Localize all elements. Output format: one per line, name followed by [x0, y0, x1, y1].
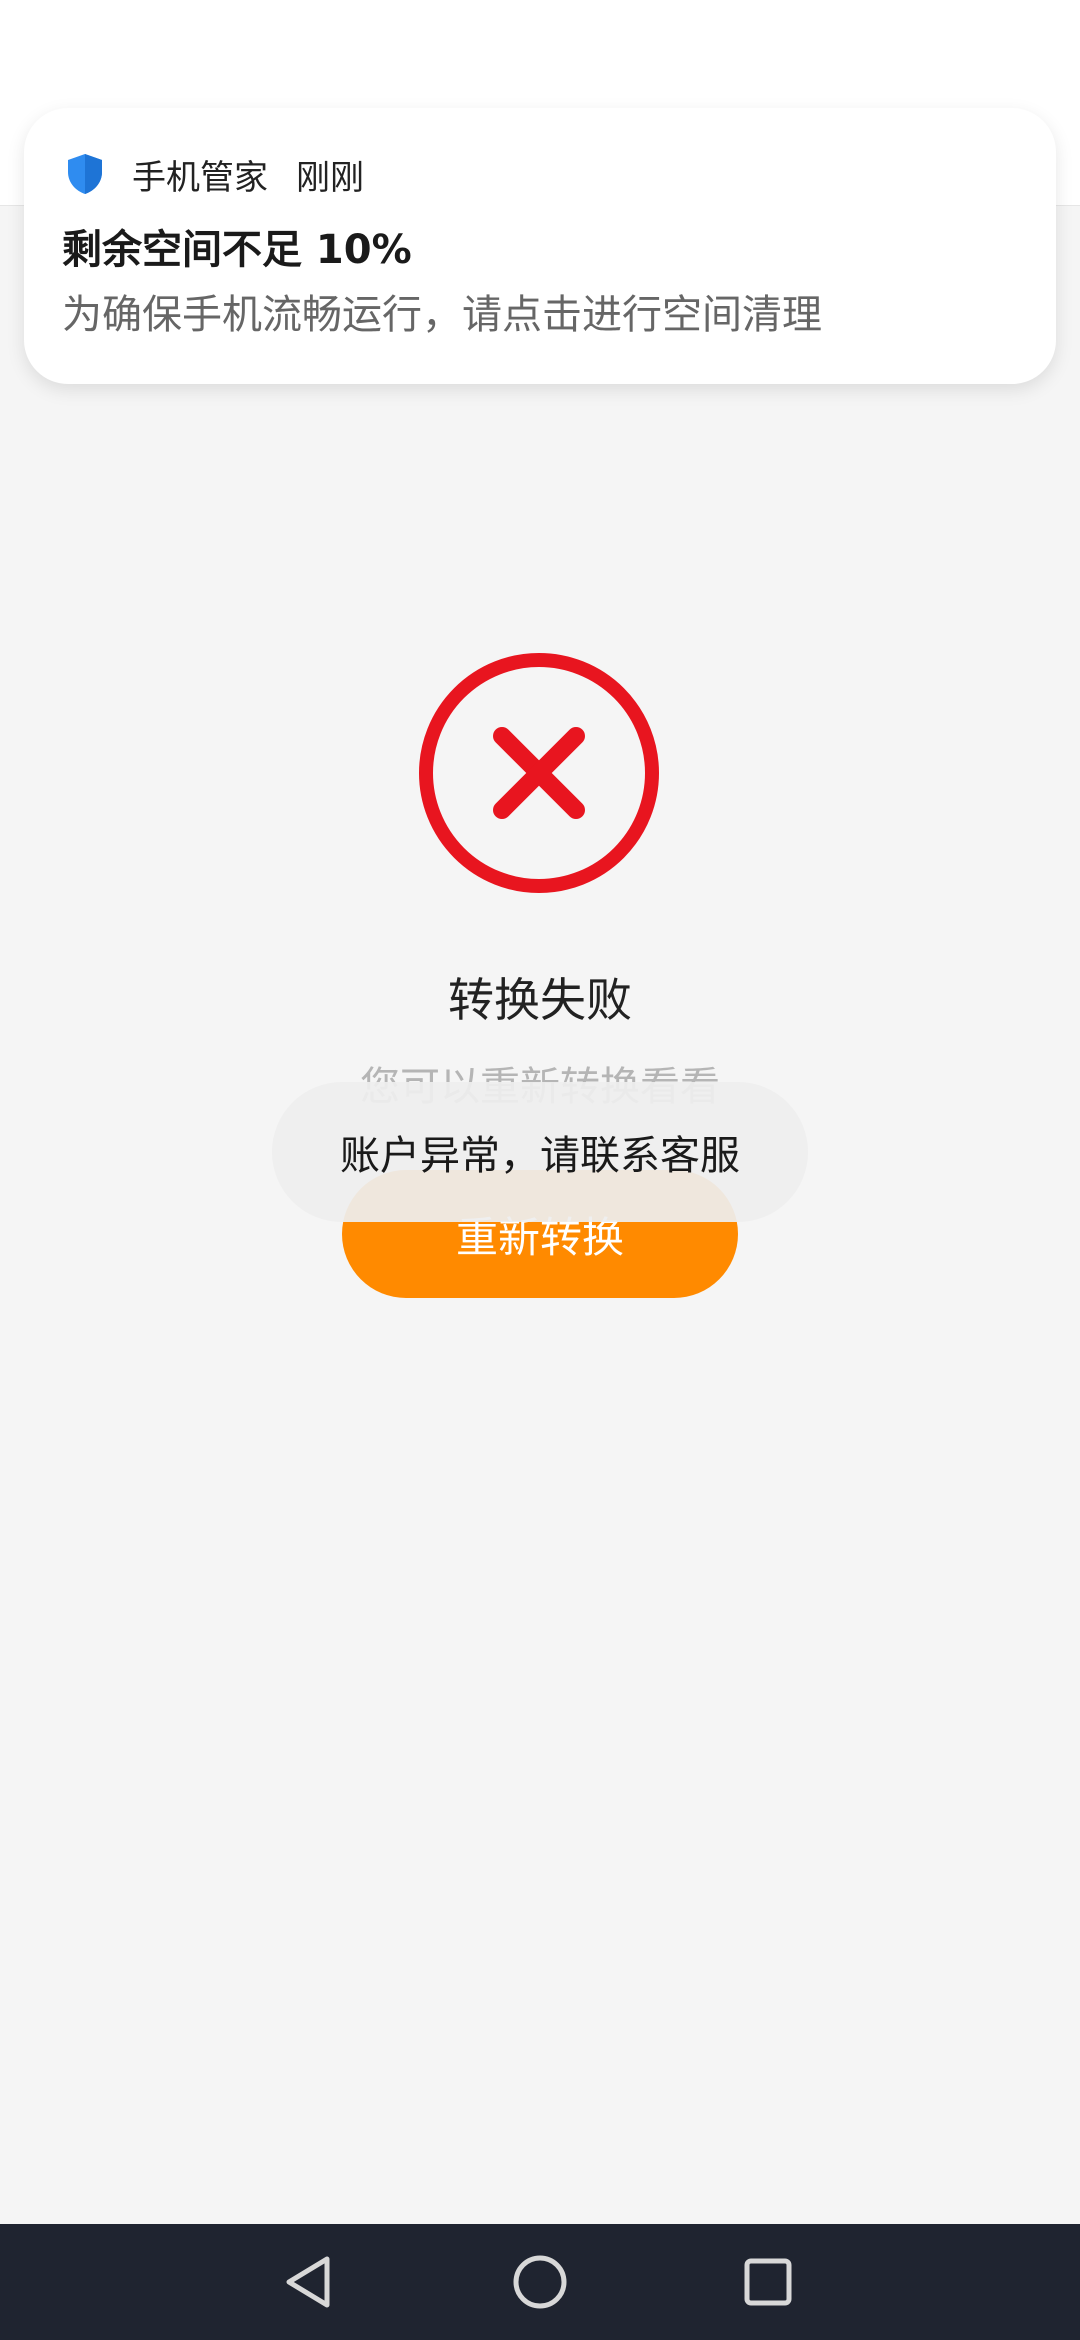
notification-body: 为确保手机流畅运行，请点击进行空间清理	[62, 292, 822, 338]
notification-time: 刚刚	[296, 157, 364, 198]
notification-header: 手机管家 刚刚	[62, 144, 1018, 204]
notification-banner[interactable]: 手机管家 刚刚 剩余空间不足 10% 为确保手机流畅运行，请点击进行空间清理	[24, 108, 1056, 384]
shield-icon	[62, 151, 108, 197]
system-navigation-bar	[0, 2224, 1080, 2340]
notification-title: 剩余空间不足 10%	[62, 227, 412, 273]
toast-message: 账户异常，请联系客服	[272, 1082, 808, 1222]
home-circle-icon[interactable]	[506, 2248, 574, 2316]
error-x-circle-icon	[414, 648, 664, 898]
error-title: 转换失败	[448, 973, 632, 1027]
notification-app-name: 手机管家	[132, 157, 268, 198]
recent-apps-square-icon[interactable]	[734, 2248, 802, 2316]
back-triangle-icon[interactable]	[274, 2248, 342, 2316]
